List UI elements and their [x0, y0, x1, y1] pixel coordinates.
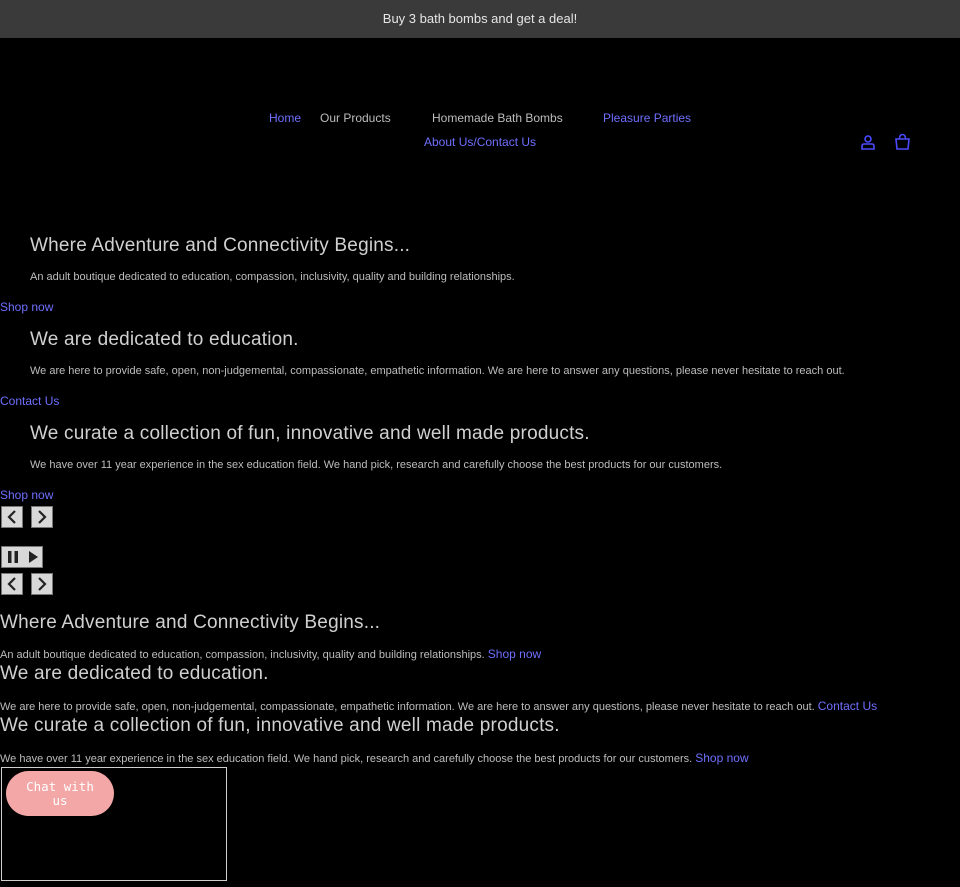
chevron-left-icon[interactable] — [1, 506, 23, 528]
nav-bath-bombs[interactable]: Homemade Bath Bombs — [432, 111, 563, 125]
slide-1-shop-link[interactable]: Shop now — [0, 300, 53, 314]
slide-2-contact-link[interactable]: Contact Us — [0, 394, 59, 408]
slide-2-heading-alt: We are dedicated to education. — [0, 663, 269, 684]
nav-our-products[interactable]: Our Products — [320, 111, 391, 125]
chevron-right-icon-2[interactable] — [31, 573, 53, 595]
nav-home[interactable]: Home — [269, 111, 301, 125]
slide-1-heading-alt: Where Adventure and Connectivity Begins.… — [0, 612, 381, 633]
slide-3-heading-alt: We curate a collection of fun, innovativ… — [0, 715, 560, 736]
cart-icon[interactable] — [892, 131, 912, 151]
chevron-left-icon-2[interactable] — [1, 573, 23, 595]
slide-2-text-alt: We are here to provide safe, open, non-j… — [0, 699, 877, 713]
slide-1-shop-link-alt[interactable]: Shop now — [488, 647, 541, 661]
slide-3-heading: We curate a collection of fun, innovativ… — [30, 423, 590, 444]
play-icon — [28, 551, 38, 563]
slide-2-text-alt-body: We are here to provide safe, open, non-j… — [0, 701, 815, 713]
slide-2-text: We are here to provide safe, open, non-j… — [30, 365, 845, 377]
nav-about-contact[interactable]: About Us/Contact Us — [424, 135, 536, 149]
slide-1-heading: Where Adventure and Connectivity Begins.… — [30, 235, 411, 256]
slide-3-text: We have over 11 year experience in the s… — [30, 459, 723, 471]
announcement-bar: Buy 3 bath bombs and get a deal! — [0, 0, 960, 38]
slide-3-shop-link[interactable]: Shop now — [0, 488, 53, 502]
chevron-right-icon[interactable] — [31, 506, 53, 528]
chat-button-label: Chat with us — [26, 778, 94, 808]
slide-1-text-alt-body: An adult boutique dedicated to education… — [0, 649, 485, 661]
announcement-text: Buy 3 bath bombs and get a deal! — [382, 11, 578, 26]
account-icon[interactable] — [858, 132, 878, 152]
slide-1-text-alt: An adult boutique dedicated to education… — [0, 647, 541, 661]
slide-3-shop-link-alt[interactable]: Shop now — [695, 751, 748, 765]
slide-3-text-alt-body: We have over 11 year experience in the s… — [0, 753, 693, 765]
nav-pleasure-parties[interactable]: Pleasure Parties — [603, 111, 691, 125]
pause-play-control[interactable] — [1, 546, 43, 568]
chat-button[interactable]: Chat with us — [6, 771, 114, 816]
slide-3-text-alt: We have over 11 year experience in the s… — [0, 751, 749, 765]
slide-2-heading: We are dedicated to education. — [30, 329, 299, 350]
slide-1-text: An adult boutique dedicated to education… — [30, 271, 515, 283]
slide-2-contact-link-alt[interactable]: Contact Us — [818, 699, 877, 713]
pause-icon — [7, 551, 18, 563]
